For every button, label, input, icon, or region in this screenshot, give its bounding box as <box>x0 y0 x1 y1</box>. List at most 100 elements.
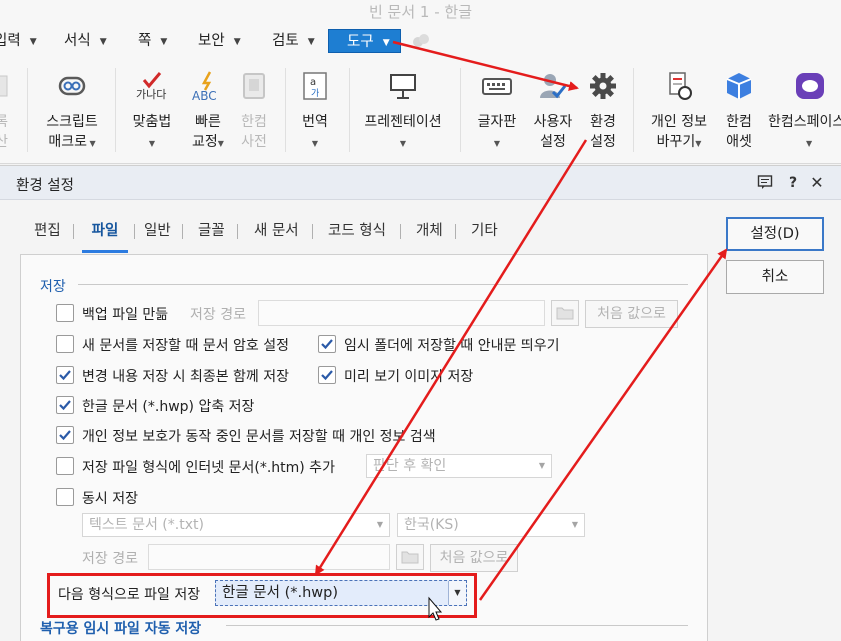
simultaneous-reset-button[interactable]: 처음 값으로 <box>430 544 518 572</box>
internet-format-combo[interactable]: 판단 후 확인 ▼ <box>366 454 552 478</box>
ribbon-spellcheck-label: 맞춤법 <box>132 114 172 130</box>
ribbon-partial-label1: 록 <box>0 114 8 130</box>
checkmark-icon <box>59 430 71 441</box>
tab-file[interactable]: 파일 <box>82 219 128 253</box>
cloud-icon <box>413 34 429 47</box>
tab-object[interactable]: 개체 <box>416 219 443 253</box>
simultaneous-format-combo[interactable]: 텍스트 문서 (*.txt) ▼ <box>82 513 390 537</box>
temp-notice-label: 임시 폴더에 저장할 때 안내문 띄우기 <box>344 338 560 354</box>
menu-security-label: 보안 <box>198 33 225 49</box>
tab-other[interactable]: 기타 <box>471 219 498 253</box>
quick-correct-icon-text: ABC <box>192 89 217 102</box>
annotation-highlight-box <box>47 573 477 618</box>
ribbon-partial-button[interactable]: 록산 <box>0 56 12 160</box>
ribbon-dictionary-label2: 사전 <box>241 134 267 150</box>
simultaneous-folder-button[interactable] <box>396 544 424 570</box>
preview-image-checkbox[interactable] <box>318 366 336 384</box>
ribbon-quick-correct-button[interactable]: ABC 빠른 교정▼ <box>184 56 232 160</box>
close-icon[interactable]: ✕ <box>808 174 826 192</box>
ribbon-privacy-label1: 개인 정보 <box>651 114 707 130</box>
translate-icon: a가 <box>303 72 327 100</box>
macro-icon <box>58 76 86 96</box>
checkmark-icon <box>321 339 333 350</box>
backup-checkbox[interactable] <box>56 304 74 322</box>
menu-format[interactable]: 서식 ▼ <box>64 29 107 53</box>
ribbon-quick-correct-label1: 빠른 <box>195 114 221 130</box>
ribbon-privacy-button[interactable]: 개인 정보 바꾸기▼ <box>644 56 714 160</box>
backup-folder-button[interactable] <box>551 300 579 326</box>
keyboard-icon <box>482 78 512 95</box>
ribbon-toolbar: 록산 스크립트 매크로 ▼ 가나다 맞춤법 ▼ ABC 빠른 교정▼ 한컴사전 a가 … <box>0 56 841 164</box>
ribbon-presentation-label: 프레젠테이션 <box>364 114 442 130</box>
privacy-search-label: 개인 정보 보호가 동작 중인 문서를 저장할 때 개인 정보 검색 <box>82 429 436 445</box>
dictionary-icon <box>243 73 265 99</box>
final-version-checkbox[interactable] <box>56 366 74 384</box>
simultaneous-save-checkbox[interactable] <box>56 488 74 506</box>
ribbon-asset-button[interactable]: 한컴 애셋 <box>718 56 760 160</box>
menu-insert-label: 입력 <box>0 33 21 49</box>
spellcheck-icon: 가나다 <box>136 72 166 101</box>
svg-text:가: 가 <box>311 88 319 99</box>
checkmark-icon <box>321 370 333 381</box>
tab-edit[interactable]: 편집 <box>34 219 61 253</box>
apply-button[interactable]: 설정(D) <box>726 217 824 251</box>
spellcheck-icon-text: 가나다 <box>136 88 166 101</box>
gear-icon <box>590 73 616 99</box>
ribbon-preferences-label1: 환경 <box>590 114 616 130</box>
comment-icon[interactable] <box>756 174 774 192</box>
checkmark-icon <box>59 370 71 381</box>
simultaneous-format-value: 텍스트 문서 (*.txt) <box>89 517 204 533</box>
tab-new-document[interactable]: 새 문서 <box>254 219 299 253</box>
ribbon-dictionary-button[interactable]: 한컴사전 <box>234 56 274 160</box>
simultaneous-encoding-value: 한국(KS) <box>404 517 459 533</box>
ribbon-keyboard-label: 글자판 <box>477 114 517 130</box>
backup-path-field[interactable] <box>258 300 545 326</box>
internet-format-checkbox[interactable] <box>56 457 74 475</box>
ribbon-spellcheck-button[interactable]: 가나다 맞춤법 ▼ <box>124 56 180 160</box>
ribbon-translate-button[interactable]: a가 번역 ▼ <box>292 56 338 160</box>
ribbon-hancom-space-button[interactable]: 한컴스페이스 ▼ <box>764 56 841 160</box>
backup-reset-button[interactable]: 처음 값으로 <box>585 300 678 328</box>
menu-page-label: 쪽 <box>138 33 152 49</box>
simultaneous-encoding-combo[interactable]: 한국(KS) ▼ <box>397 513 585 537</box>
hancom-space-icon <box>796 73 824 99</box>
ribbon-dictionary-label1: 한컴 <box>241 114 267 130</box>
ribbon-user-settings-button[interactable]: 사용자 설정 <box>528 56 578 160</box>
menu-review[interactable]: 검토 ▼ <box>272 29 315 53</box>
menu-format-label: 서식 <box>64 33 91 49</box>
internet-format-combo-value: 판단 후 확인 <box>373 458 447 474</box>
encrypt-checkbox[interactable] <box>56 335 74 353</box>
simultaneous-path-field[interactable] <box>148 544 390 570</box>
privacy-search-checkbox[interactable] <box>56 426 74 444</box>
tab-code-format[interactable]: 코드 형식 <box>328 219 386 253</box>
final-version-label: 변경 내용 저장 시 최종본 함께 저장 <box>82 369 290 385</box>
ribbon-preferences-button[interactable]: 환경 설정 <box>582 56 624 160</box>
temp-notice-checkbox[interactable] <box>318 335 336 353</box>
backup-label: 백업 파일 만듦 <box>82 307 169 323</box>
menu-page[interactable]: 쪽 ▼ <box>138 29 167 53</box>
ribbon-keyboard-button[interactable]: 글자판 ▼ <box>470 56 524 160</box>
checkmark-icon <box>59 400 71 411</box>
ribbon-presentation-button[interactable]: 프레젠테이션 ▼ <box>356 56 450 160</box>
menu-insert[interactable]: 입력 ▼ <box>0 29 37 53</box>
compress-checkbox[interactable] <box>56 396 74 414</box>
chevron-down-icon: ▼ <box>538 461 545 470</box>
cancel-button[interactable]: 취소 <box>726 260 824 294</box>
tab-font[interactable]: 글꼴 <box>198 219 225 253</box>
menu-review-label: 검토 <box>272 33 299 49</box>
document-icon <box>0 75 8 97</box>
menu-tools[interactable]: 도구 ▼ <box>328 29 401 53</box>
save-section-label: 저장 <box>40 279 66 295</box>
ribbon-asset-label1: 한컴 <box>726 114 752 130</box>
folder-icon <box>401 551 419 564</box>
simultaneous-path-label: 저장 경로 <box>82 551 138 567</box>
backup-path-label: 저장 경로 <box>190 307 246 323</box>
tab-general[interactable]: 일반 <box>144 219 171 253</box>
help-icon[interactable]: ? <box>784 174 802 192</box>
menu-tools-label: 도구 <box>347 34 374 50</box>
menu-security[interactable]: 보안 ▼ <box>198 29 241 53</box>
internet-format-label: 저장 파일 형식에 인터넷 문서(*.htm) 추가 <box>82 460 335 476</box>
ribbon-macro-button[interactable]: 스크립트 매크로 ▼ <box>38 56 106 160</box>
user-settings-icon <box>540 74 567 99</box>
chevron-down-icon: ▼ <box>571 520 578 529</box>
